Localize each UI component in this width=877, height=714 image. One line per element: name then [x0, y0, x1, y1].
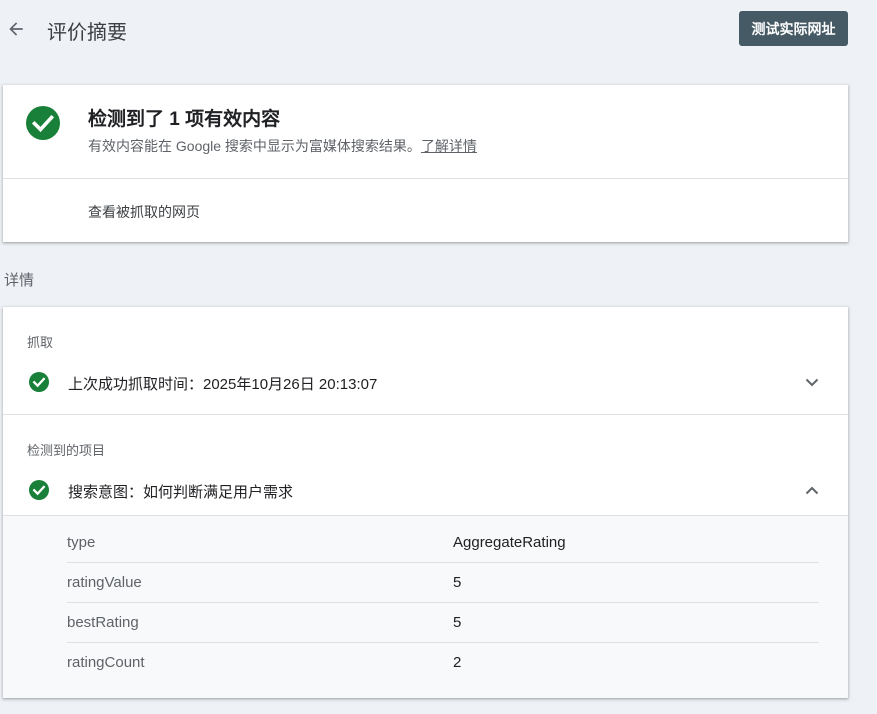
crawl-section-label: 抓取 [27, 335, 54, 350]
page-header: 评价摘要 测试实际网址 [0, 0, 877, 58]
detected-item-name: 搜索意图：如何判断满足用户需求 [68, 484, 294, 501]
property-value: AggregateRating [453, 534, 566, 551]
summary-description-text: 有效内容能在 Google 搜索中显示为富媒体搜索结果。 [88, 138, 421, 154]
collapse-item-button[interactable] [802, 480, 822, 500]
property-row: ratingValue 5 [67, 563, 819, 603]
property-value: 5 [453, 574, 462, 591]
check-circle-icon [29, 480, 49, 500]
item-properties-table: type AggregateRating ratingValue 5 bestR… [3, 515, 848, 698]
property-key: type [67, 534, 96, 551]
divider [3, 414, 848, 415]
property-value: 5 [453, 614, 462, 631]
last-crawl-status: 上次成功抓取时间：2025年10月26日 20:13:07 [68, 376, 378, 393]
summary-title: 检测到了 1 项有效内容 [88, 109, 281, 130]
divider [3, 178, 848, 179]
summary-card: 检测到了 1 项有效内容 有效内容能在 Google 搜索中显示为富媒体搜索结果… [3, 85, 848, 242]
chevron-up-icon [805, 486, 819, 494]
property-key: ratingCount [67, 654, 145, 671]
check-circle-icon [29, 372, 49, 392]
test-live-url-button[interactable]: 测试实际网址 [739, 11, 848, 46]
learn-more-link[interactable]: 了解详情 [421, 138, 477, 154]
property-row: bestRating 5 [67, 603, 819, 643]
property-value: 2 [453, 654, 462, 671]
property-key: bestRating [67, 614, 139, 631]
details-card: 抓取 上次成功抓取时间：2025年10月26日 20:13:07 检测到的项目 … [3, 307, 848, 698]
view-crawled-page-button[interactable]: 查看被抓取的网页 [88, 202, 200, 222]
property-row: type AggregateRating [67, 523, 819, 563]
property-row: ratingCount 2 [67, 643, 819, 683]
chevron-down-icon [805, 378, 819, 386]
back-button[interactable] [4, 17, 28, 41]
summary-description: 有效内容能在 Google 搜索中显示为富媒体搜索结果。了解详情 [88, 136, 477, 156]
property-key: ratingValue [67, 574, 142, 591]
check-circle-icon [26, 106, 60, 140]
detected-items-label: 检测到的项目 [27, 443, 106, 458]
details-heading: 详情 [4, 272, 35, 289]
expand-crawl-button[interactable] [802, 372, 822, 392]
arrow-back-icon [9, 22, 23, 36]
page-title: 评价摘要 [47, 22, 127, 44]
